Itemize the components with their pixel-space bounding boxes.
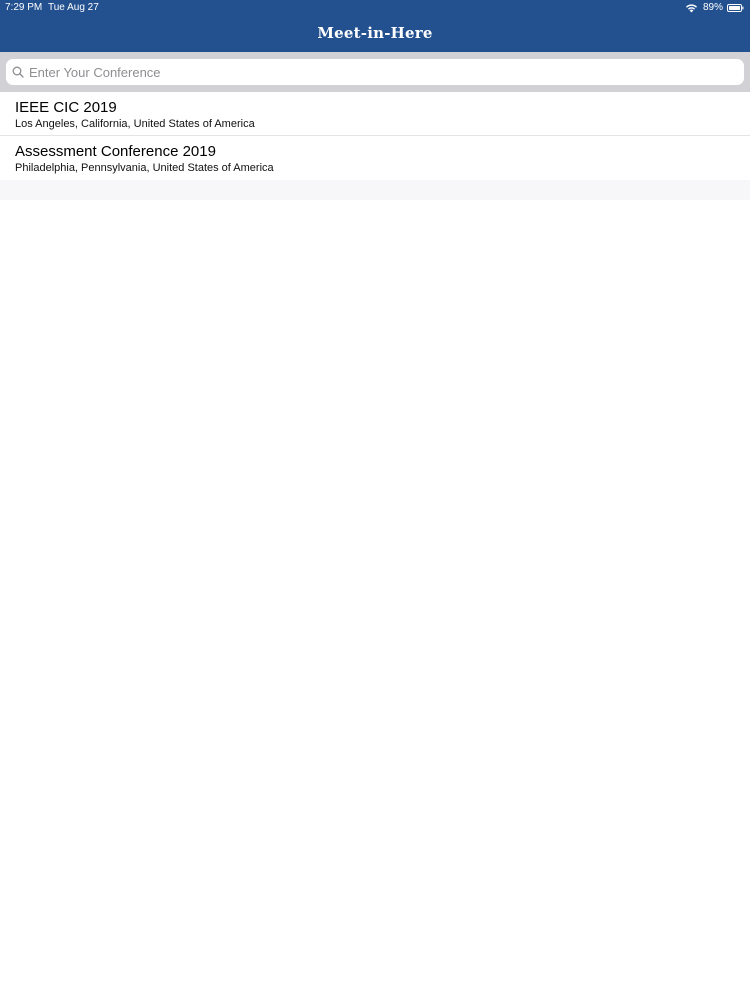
search-input[interactable]: [29, 60, 744, 84]
conference-title: Assessment Conference 2019: [15, 143, 216, 160]
page-title: Meet-in-Here: [317, 24, 433, 42]
wifi-icon: [685, 4, 697, 13]
conference-location: Philadelphia, Pennsylvania, United State…: [15, 162, 274, 174]
battery-icon: [727, 4, 744, 12]
battery-percentage: 89%: [702, 2, 723, 13]
status-date: Tue Aug 27: [48, 2, 99, 13]
conference-location: Los Angeles, California, United States o…: [15, 118, 255, 130]
status-time: 7:29 PM: [5, 2, 43, 13]
status-bar: 7:29 PM Tue Aug 27 89%: [0, 0, 750, 16]
conference-item-ieee-cic-2019[interactable]: IEEE CIC 2019 Los Angeles, California, U…: [0, 92, 750, 136]
search-bar: [0, 52, 750, 92]
status-indicators: 89%: [685, 0, 744, 16]
list-footer: [0, 180, 750, 200]
conference-title: IEEE CIC 2019: [15, 99, 117, 116]
navigation-header: 7:29 PM Tue Aug 27 89% Meet-in-Here: [0, 0, 750, 52]
conference-list: IEEE CIC 2019 Los Angeles, California, U…: [0, 92, 750, 180]
conference-item-assessment-conference-2019[interactable]: Assessment Conference 2019 Philadelphia,…: [0, 136, 750, 180]
search-field[interactable]: [6, 59, 744, 85]
search-icon: [12, 66, 24, 78]
